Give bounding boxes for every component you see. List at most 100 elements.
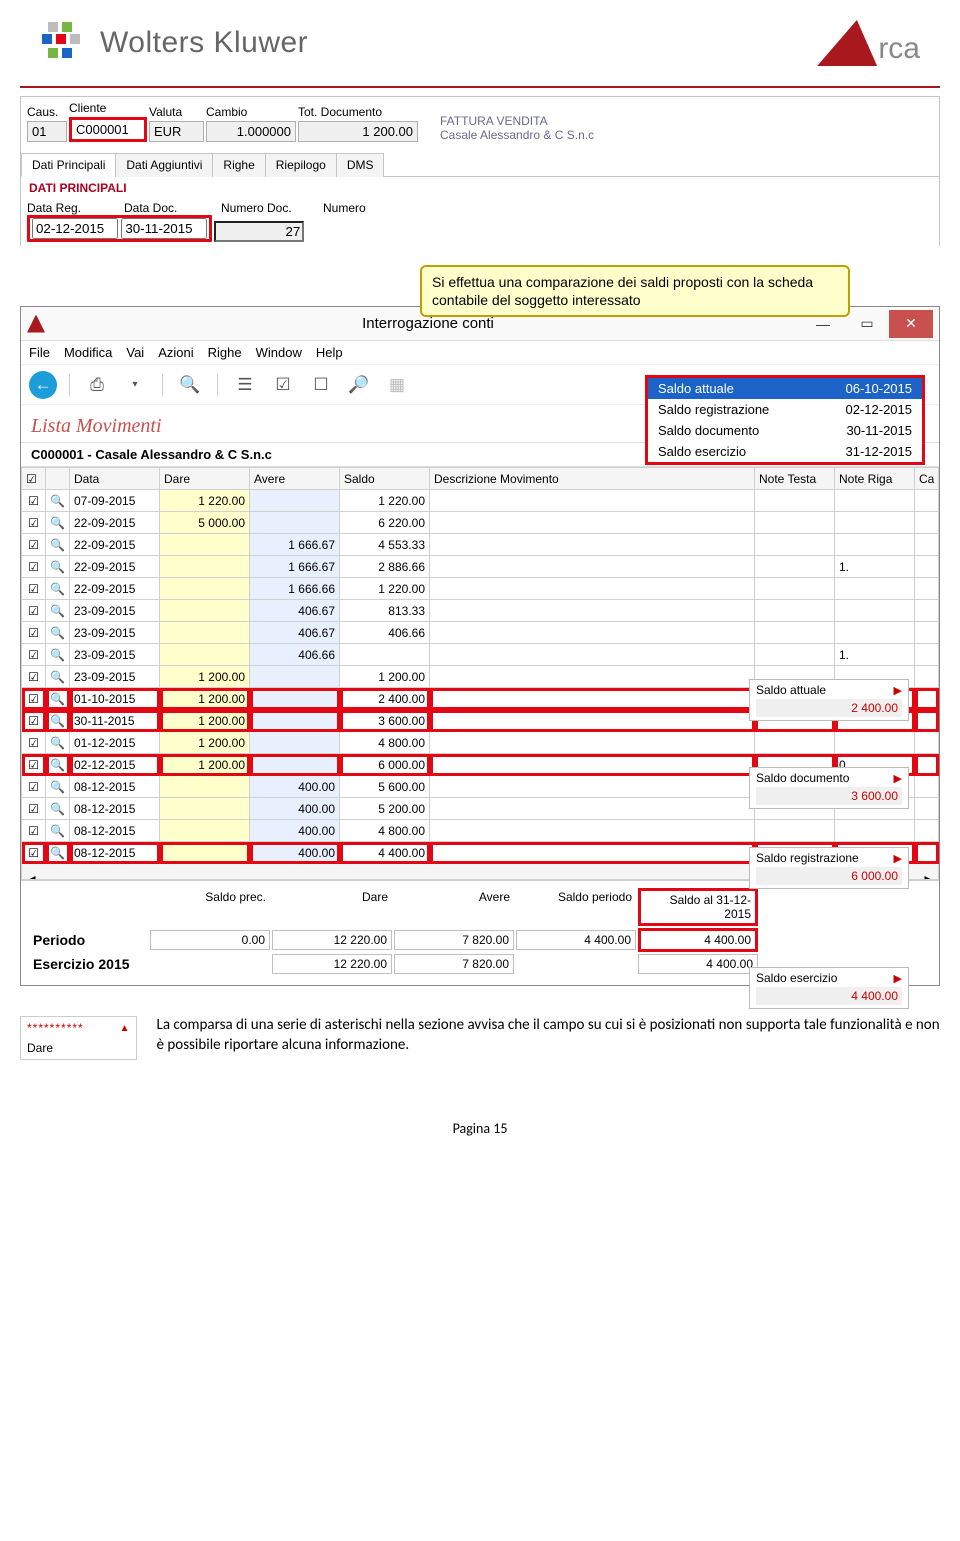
- row-checkbox[interactable]: ☑: [22, 512, 46, 534]
- table-row[interactable]: ☑🔍01-12-20151 200.004 800.00: [22, 732, 939, 754]
- back-button[interactable]: ←: [29, 371, 57, 399]
- input-caus[interactable]: [27, 121, 67, 142]
- magnifier-icon[interactable]: 🔍: [46, 798, 70, 820]
- cell-note-testa: [755, 534, 835, 556]
- magnifier-icon[interactable]: 🔍: [46, 644, 70, 666]
- row-checkbox[interactable]: ☑: [22, 732, 46, 754]
- calendar-icon[interactable]: ▦: [382, 370, 412, 400]
- menu-help[interactable]: Help: [316, 345, 343, 360]
- row-checkbox[interactable]: ☑: [22, 820, 46, 842]
- tab-dati-principali[interactable]: Dati Principali: [21, 153, 116, 177]
- row-checkbox[interactable]: ☑: [22, 710, 46, 732]
- tab-dms[interactable]: DMS: [336, 153, 385, 177]
- row-checkbox[interactable]: ☑: [22, 534, 46, 556]
- cell-saldo: 406.66: [340, 622, 430, 644]
- saldo-option[interactable]: Saldo esercizio31-12-2015: [648, 441, 922, 462]
- row-checkbox[interactable]: ☑: [22, 776, 46, 798]
- row-checkbox[interactable]: ☑: [22, 556, 46, 578]
- find-icon[interactable]: 🔎: [344, 370, 374, 400]
- lbl-data-reg: Data Reg.: [27, 201, 122, 215]
- table-row[interactable]: ☑🔍22-09-20151 666.661 220.00: [22, 578, 939, 600]
- input-numero-doc[interactable]: [214, 221, 304, 242]
- cell-descr: [430, 490, 755, 512]
- menu-file[interactable]: File: [29, 345, 50, 360]
- col-ca[interactable]: Ca: [915, 468, 939, 490]
- col-note-testa[interactable]: Note Testa: [755, 468, 835, 490]
- close-button[interactable]: ✕: [889, 310, 933, 338]
- col-note-riga[interactable]: Note Riga: [835, 468, 915, 490]
- input-tot[interactable]: [298, 121, 418, 142]
- col-descr[interactable]: Descrizione Movimento: [430, 468, 755, 490]
- col-avere[interactable]: Avere: [250, 468, 340, 490]
- table-row[interactable]: ☑🔍23-09-2015406.661.: [22, 644, 939, 666]
- cell-note-testa: [755, 578, 835, 600]
- print-dropdown-icon[interactable]: ▾: [120, 370, 150, 400]
- zoom-icon[interactable]: 🔍: [175, 370, 205, 400]
- row-checkbox[interactable]: ☑: [22, 842, 46, 864]
- magnifier-icon[interactable]: 🔍: [46, 688, 70, 710]
- tab-riepilogo[interactable]: Riepilogo: [265, 153, 337, 177]
- menu-righe[interactable]: Righe: [208, 345, 242, 360]
- col-check[interactable]: ☑: [22, 468, 46, 490]
- input-data-reg[interactable]: [32, 218, 118, 239]
- row-checkbox[interactable]: ☑: [22, 666, 46, 688]
- arca-icon: [817, 20, 887, 66]
- magnifier-icon[interactable]: 🔍: [46, 534, 70, 556]
- table-row[interactable]: ☑🔍08-12-2015400.004 800.00: [22, 820, 939, 842]
- saldo-option[interactable]: Saldo documento30-11-2015: [648, 420, 922, 441]
- check-icon[interactable]: ☑: [268, 370, 298, 400]
- cell-descr: [430, 556, 755, 578]
- menu-window[interactable]: Window: [256, 345, 302, 360]
- input-valuta[interactable]: [149, 121, 204, 142]
- print-icon[interactable]: ⎙: [82, 370, 112, 400]
- row-checkbox[interactable]: ☑: [22, 600, 46, 622]
- row-checkbox[interactable]: ☑: [22, 754, 46, 776]
- uncheck-icon[interactable]: ☐: [306, 370, 336, 400]
- magnifier-icon[interactable]: 🔍: [46, 754, 70, 776]
- row-checkbox[interactable]: ☑: [22, 798, 46, 820]
- saldo-option[interactable]: Saldo attuale06-10-2015: [648, 378, 922, 399]
- table-row[interactable]: ☑🔍23-09-2015406.67813.33: [22, 600, 939, 622]
- cell-note-riga: [835, 600, 915, 622]
- filter-icon[interactable]: ☰: [230, 370, 260, 400]
- saldo-option[interactable]: Saldo registrazione02-12-2015: [648, 399, 922, 420]
- menu-azioni[interactable]: Azioni: [158, 345, 193, 360]
- magnifier-icon[interactable]: 🔍: [46, 666, 70, 688]
- magnifier-icon[interactable]: 🔍: [46, 512, 70, 534]
- table-row[interactable]: ☑🔍23-09-2015406.67406.66: [22, 622, 939, 644]
- menu-modifica[interactable]: Modifica: [64, 345, 112, 360]
- magnifier-icon[interactable]: 🔍: [46, 776, 70, 798]
- magnifier-icon[interactable]: 🔍: [46, 622, 70, 644]
- cell-avere: [250, 490, 340, 512]
- magnifier-icon[interactable]: 🔍: [46, 578, 70, 600]
- table-row[interactable]: ☑🔍22-09-20155 000.006 220.00: [22, 512, 939, 534]
- row-checkbox[interactable]: ☑: [22, 622, 46, 644]
- magnifier-icon[interactable]: 🔍: [46, 820, 70, 842]
- magnifier-icon[interactable]: 🔍: [46, 710, 70, 732]
- table-row[interactable]: ☑🔍22-09-20151 666.672 886.661.: [22, 556, 939, 578]
- magnifier-icon[interactable]: 🔍: [46, 556, 70, 578]
- menu-vai[interactable]: Vai: [126, 345, 144, 360]
- tab-dati-aggiuntivi[interactable]: Dati Aggiuntivi: [115, 153, 213, 177]
- row-checkbox[interactable]: ☑: [22, 644, 46, 666]
- col-data[interactable]: Data: [70, 468, 160, 490]
- magnifier-icon[interactable]: 🔍: [46, 490, 70, 512]
- table-row[interactable]: ☑🔍07-09-20151 220.001 220.00: [22, 490, 939, 512]
- col-saldo[interactable]: Saldo: [340, 468, 430, 490]
- row-checkbox[interactable]: ☑: [22, 688, 46, 710]
- magnifier-icon[interactable]: 🔍: [46, 600, 70, 622]
- row-checkbox[interactable]: ☑: [22, 578, 46, 600]
- input-data-doc[interactable]: [121, 218, 207, 239]
- table-row[interactable]: ☑🔍22-09-20151 666.674 553.33: [22, 534, 939, 556]
- cell-saldo: 2 886.66: [340, 556, 430, 578]
- tab-righe[interactable]: Righe: [212, 153, 265, 177]
- cell-note-riga: [835, 732, 915, 754]
- input-cambio[interactable]: [206, 121, 296, 142]
- row-checkbox[interactable]: ☑: [22, 490, 46, 512]
- input-cliente[interactable]: [69, 117, 147, 142]
- magnifier-icon[interactable]: 🔍: [46, 732, 70, 754]
- magnifier-icon[interactable]: 🔍: [46, 842, 70, 864]
- cell-saldo: 4 400.00: [340, 842, 430, 864]
- col-dare[interactable]: Dare: [160, 468, 250, 490]
- maximize-button[interactable]: ▭: [845, 310, 889, 338]
